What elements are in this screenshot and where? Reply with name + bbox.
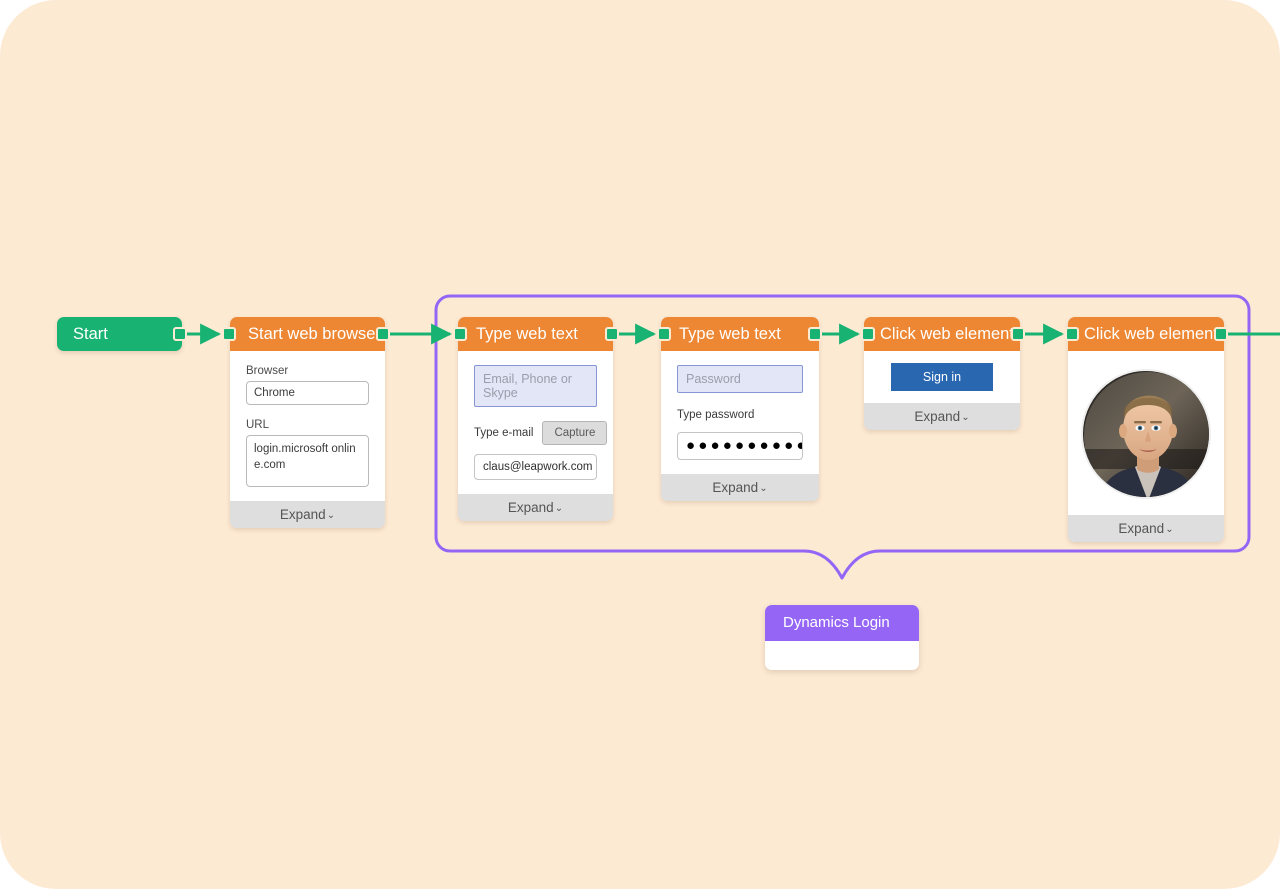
capture-label: Type e-mail — [474, 427, 534, 439]
expand-button[interactable]: Expand⌄ — [458, 494, 613, 521]
email-value-input[interactable]: claus@leapwork.com — [474, 454, 597, 480]
chevron-down-icon: ⌄ — [961, 412, 970, 423]
port-browser-out[interactable] — [376, 327, 390, 341]
port-email-in[interactable] — [453, 327, 467, 341]
node-title: Type web text — [661, 317, 819, 351]
port-avatar-out[interactable] — [1214, 327, 1228, 341]
node-start[interactable]: Start — [57, 317, 182, 351]
chevron-down-icon: ⌄ — [759, 483, 768, 494]
start-label: Start — [73, 325, 108, 343]
flow-canvas[interactable]: Start Start web browser Browser Chrome U… — [0, 0, 1280, 889]
node-title: Start web browser — [230, 317, 385, 351]
expand-label: Expand — [914, 409, 961, 424]
group-body — [765, 641, 919, 670]
port-password-out[interactable] — [808, 327, 822, 341]
email-field-preview[interactable]: Email, Phone or Skype — [474, 365, 597, 407]
expand-label: Expand — [1118, 521, 1165, 536]
browser-label: Browser — [246, 365, 289, 377]
node-group-dynamics-login[interactable]: Dynamics Login — [765, 605, 919, 670]
url-input[interactable]: login.microsoft online.com — [246, 435, 369, 487]
avatar[interactable] — [1081, 369, 1211, 499]
node-type-web-text-password[interactable]: Type web text Password Type password ●●●… — [661, 317, 819, 501]
node-body — [1068, 351, 1224, 515]
password-field-preview[interactable]: Password — [677, 365, 803, 393]
port-signin-in[interactable] — [861, 327, 875, 341]
node-title: Click web element — [1068, 317, 1224, 351]
node-start-web-browser[interactable]: Start web browser Browser Chrome URL log… — [230, 317, 385, 528]
expand-button[interactable]: Expand⌄ — [864, 403, 1020, 430]
node-title: Type web text — [458, 317, 613, 351]
password-value-input[interactable]: ●●●●●●●●●●●●● — [677, 432, 803, 460]
url-label: URL — [246, 419, 270, 431]
port-email-out[interactable] — [605, 327, 619, 341]
capture-button[interactable]: Capture — [542, 421, 608, 445]
chevron-down-icon: ⌄ — [326, 510, 336, 521]
node-body: Sign in — [864, 363, 1020, 391]
expand-label: Expand — [712, 480, 759, 495]
port-start-out[interactable] — [173, 327, 187, 341]
node-click-web-element-avatar[interactable]: Click web element Expand⌄ — [1068, 317, 1224, 542]
port-password-in[interactable] — [657, 327, 671, 341]
node-body: Email, Phone or Skype Type e-mail Captur… — [458, 351, 613, 494]
expand-label: Expand — [507, 500, 554, 515]
password-label: Type password — [677, 409, 755, 421]
sign-in-button[interactable]: Sign in — [891, 363, 993, 391]
chevron-down-icon: ⌄ — [554, 503, 564, 514]
port-signin-out[interactable] — [1011, 327, 1025, 341]
node-body: Browser Chrome URL login.microsoft onlin… — [230, 351, 385, 501]
port-avatar-in[interactable] — [1065, 327, 1079, 341]
expand-button[interactable]: Expand⌄ — [1068, 515, 1224, 542]
expand-label: Expand — [279, 507, 326, 522]
port-browser-in[interactable] — [222, 327, 236, 341]
capture-row: Type e-mail Capture — [474, 421, 608, 445]
expand-button[interactable]: Expand⌄ — [230, 501, 385, 528]
node-body: Password Type password ●●●●●●●●●●●●● — [661, 351, 819, 474]
group-title: Dynamics Login — [765, 605, 919, 641]
chevron-down-icon: ⌄ — [1165, 524, 1174, 535]
portrait-image — [1084, 372, 1209, 497]
expand-button[interactable]: Expand⌄ — [661, 474, 819, 501]
browser-input[interactable]: Chrome — [246, 381, 369, 405]
node-title: Click web element — [864, 317, 1020, 351]
node-click-web-element-signin[interactable]: Click web element Sign in Expand⌄ — [864, 317, 1020, 430]
node-type-web-text-email[interactable]: Type web text Email, Phone or Skype Type… — [458, 317, 613, 521]
